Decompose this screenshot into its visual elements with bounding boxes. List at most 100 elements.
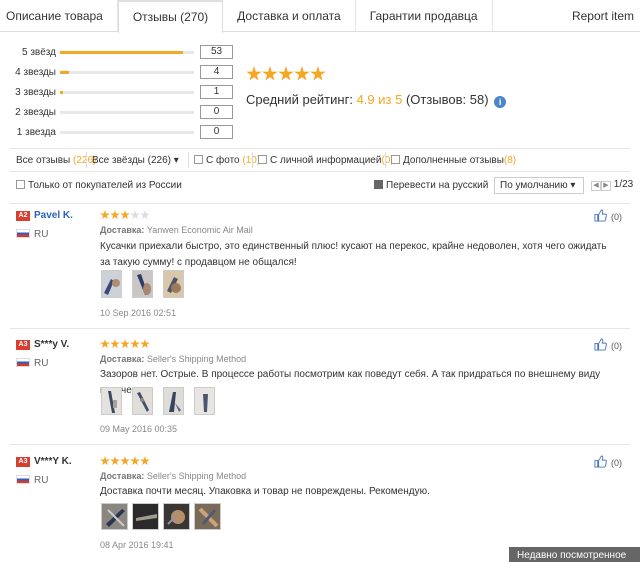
review-photo[interactable] [132, 387, 153, 415]
review-item: A3 S***y V. RU Доставка: Seller's Shippi… [10, 338, 630, 438]
rating-label: 1 звезда [16, 127, 56, 138]
divider [10, 328, 630, 329]
chevron-down-icon: ▾ [173, 155, 179, 166]
checkbox-icon[interactable] [258, 155, 267, 164]
review-stars [100, 339, 150, 349]
filter-additional[interactable]: Дополненные отзывы(8) [391, 155, 516, 166]
review-text: Кусачки приехали быстро, это единственны… [100, 241, 607, 268]
average-value: 4.9 из 5 [356, 92, 403, 107]
average-label: Средний рейтинг: [246, 92, 353, 107]
filter-personal-info-label: С личной информацией [270, 155, 382, 166]
info-icon[interactable]: i [494, 96, 507, 108]
review-photo[interactable] [101, 387, 122, 415]
delivery-method: Seller's Shipping Method [146, 471, 247, 481]
delivery-label: Доставка: [100, 354, 145, 364]
rating-label: 2 звезды [15, 107, 56, 118]
filter-additional-count: (8) [503, 155, 517, 166]
filter-all-reviews-label: Все отзывы [16, 155, 71, 166]
star-icon [246, 66, 262, 81]
tab-reviews[interactable]: Отзывы (270) [117, 0, 224, 33]
sort-select[interactable]: По умолчанию ▾ [494, 177, 584, 194]
filter-all-reviews[interactable]: Все отзывы (226) [16, 155, 96, 166]
rating-bar [60, 111, 194, 114]
review-photo[interactable] [163, 270, 184, 298]
review-photo[interactable] [101, 270, 122, 298]
rating-label: 3 звезды [15, 87, 56, 98]
rating-row-5[interactable]: 5 звёзд 53 [0, 45, 240, 60]
star-icon [140, 339, 150, 349]
star-icon [130, 456, 140, 466]
rating-row-3[interactable]: 3 звезды 1 [0, 85, 240, 100]
rating-count: 4 [200, 65, 233, 79]
review-photos [101, 270, 194, 298]
rating-label: 4 звезды [15, 67, 56, 78]
star-icon [294, 66, 310, 81]
rating-row-1[interactable]: 1 звезда 0 [0, 125, 240, 140]
filter-russia-only[interactable]: Только от покупателей из России [16, 180, 182, 191]
review-photo[interactable] [163, 503, 190, 530]
review-photo[interactable] [194, 503, 221, 530]
review-photo[interactable] [163, 387, 184, 415]
report-item-link[interactable]: Report item [572, 0, 634, 32]
review-photos [101, 387, 225, 415]
thumbs-up-icon [594, 209, 607, 222]
delivery-method: Yanwen Economic Air Mail [146, 225, 253, 235]
rating-bar [60, 51, 194, 54]
flag-ru-icon [16, 229, 30, 238]
filter-personal-info[interactable]: С личной информацией(0) [258, 155, 394, 166]
like-button[interactable]: (0) [594, 209, 622, 222]
delivery-info: Доставка: Yanwen Economic Air Mail [100, 225, 253, 235]
like-button[interactable]: (0) [594, 338, 622, 351]
pagination: ◀ ▶ 1/23 [591, 179, 633, 191]
tab-description[interactable]: Описание товара [0, 0, 118, 32]
review-photo[interactable] [132, 503, 159, 530]
review-photo[interactable] [132, 270, 153, 298]
checkbox-icon[interactable] [391, 155, 400, 164]
review-photos [101, 503, 225, 530]
buyer-level-badge: A2 [16, 211, 30, 221]
flag-ru-icon [16, 475, 30, 484]
translate-label: Перевести на русский [386, 180, 489, 191]
rating-count: 0 [200, 125, 233, 139]
rating-count: 0 [200, 105, 233, 119]
star-icon [140, 456, 150, 466]
buyer-level-badge: A3 [16, 340, 30, 350]
filter-additional-label: Дополненные отзывы [403, 155, 504, 166]
rating-bar-fill [60, 91, 63, 94]
review-text: Доставка почти месяц. Упаковка и товар н… [100, 486, 430, 497]
translate-toggle[interactable]: Перевести на русский [374, 180, 488, 191]
divider [10, 444, 630, 445]
filter-all-stars-dropdown[interactable]: Все звёзды (226) ▾ [92, 155, 179, 166]
review-photo[interactable] [101, 503, 128, 530]
checkbox-icon[interactable] [16, 180, 25, 189]
filter-with-photo[interactable]: С фото (10) [194, 155, 260, 166]
rating-bar [60, 71, 194, 74]
like-button[interactable]: (0) [594, 455, 622, 468]
review-item: A2 Pavel K. RU Доставка: Yanwen Economic… [10, 209, 630, 319]
prev-page-icon[interactable]: ◀ [591, 181, 601, 191]
rating-row-2[interactable]: 2 звезды 0 [0, 105, 240, 120]
reviewer-name[interactable]: Pavel K. [34, 210, 73, 221]
star-icon [100, 339, 110, 349]
delivery-method: Seller's Shipping Method [146, 354, 247, 364]
tab-shipping[interactable]: Доставка и оплата [223, 0, 356, 32]
tab-guarantees[interactable]: Гарантии продавца [356, 0, 493, 32]
review-photo[interactable] [194, 387, 215, 415]
review-stars [100, 456, 150, 466]
checkbox-icon[interactable] [194, 155, 203, 164]
checkbox-icon[interactable] [374, 180, 383, 189]
like-count: (0) [611, 341, 622, 351]
rating-count: 53 [200, 45, 233, 59]
rating-bar [60, 131, 194, 134]
filter-with-photo-label: С фото [206, 155, 240, 166]
star-icon [120, 339, 130, 349]
star-icon [278, 66, 294, 81]
filter-all-stars-label: Все звёзды (226) [92, 155, 171, 166]
next-page-icon[interactable]: ▶ [601, 181, 611, 191]
delivery-label: Доставка: [100, 225, 145, 235]
rating-row-4[interactable]: 4 звезды 4 [0, 65, 240, 80]
recently-viewed-button[interactable]: Недавно посмотренное [509, 547, 640, 562]
thumbs-up-icon [594, 455, 607, 468]
review-date: 08 Apr 2016 19:41 [100, 540, 174, 550]
star-icon [310, 66, 326, 81]
